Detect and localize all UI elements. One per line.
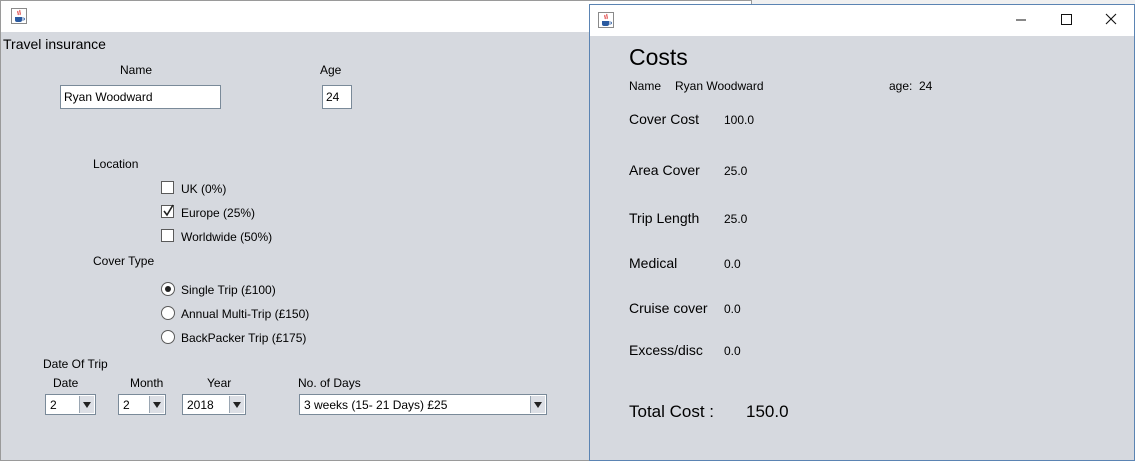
minimize-button[interactable] [998,5,1043,35]
page-title: Travel insurance [3,36,106,52]
maximize-icon [1061,14,1072,25]
month-select-value: 2 [123,398,130,412]
year-select-value: 2018 [187,398,214,412]
worldwide-checkbox-label[interactable]: Worldwide (50%) [181,230,272,244]
costs-name-label: Name [629,79,662,93]
area-cover-value: 25.0 [724,164,748,178]
age-label: Age [320,63,342,77]
trip-length-value: 25.0 [724,212,748,226]
europe-checkbox-label[interactable]: Europe (25%) [181,206,255,220]
maximize-button[interactable] [1043,5,1088,35]
month-select[interactable]: 2 [118,394,166,415]
name-field[interactable]: Ryan Woodward [60,85,221,109]
year-label: Year [207,376,232,390]
date-of-trip-label: Date Of Trip [43,357,108,371]
annual-trip-radio[interactable] [161,306,175,320]
date-select[interactable]: 2 [45,394,96,415]
cruise-cover-label: Cruise cover [629,300,708,316]
month-label: Month [130,376,164,390]
chevron-down-icon[interactable] [79,396,94,413]
single-trip-label[interactable]: Single Trip (£100) [181,283,276,297]
cover-cost-label: Cover Cost [629,111,700,127]
chevron-down-icon[interactable] [229,396,244,413]
cover-cost-value: 100.0 [724,113,755,127]
days-select-value: 3 weeks (15- 21 Days) £25 [304,398,448,412]
europe-checkbox[interactable] [161,204,174,218]
location-label: Location [93,157,139,171]
close-icon [1105,13,1117,25]
annual-trip-label[interactable]: Annual Multi-Trip (£150) [181,307,309,321]
costs-age-value: 24 [919,79,933,93]
cruise-cover-value: 0.0 [724,302,741,316]
java-cup-icon [598,12,614,28]
costs-age-label: age: [889,79,913,93]
chevron-down-icon[interactable] [530,396,545,413]
medical-label: Medical [629,255,678,271]
uk-checkbox-label[interactable]: UK (0%) [181,182,226,196]
name-label: Name [120,63,153,77]
uk-checkbox[interactable] [161,181,174,194]
medical-value: 0.0 [724,257,741,271]
total-cost-value: 150.0 [746,402,789,421]
costs-window: Costs Name Ryan Woodward age: 24 Cover C… [589,4,1135,461]
date-label: Date [53,376,79,390]
date-select-value: 2 [50,398,57,412]
days-label: No. of Days [298,376,361,390]
area-cover-label: Area Cover [629,162,700,178]
costs-name-value: Ryan Woodward [675,79,764,93]
year-select[interactable]: 2018 [182,394,246,415]
worldwide-checkbox[interactable] [161,229,174,242]
java-cup-icon [11,8,27,24]
checkmark-icon [163,204,174,217]
backpacker-trip-label[interactable]: BackPacker Trip (£175) [181,331,306,345]
excess-disc-label: Excess/disc [629,342,703,358]
age-field[interactable]: 24 [322,85,352,109]
backpacker-trip-radio[interactable] [161,330,175,344]
costs-title: Costs [629,44,688,70]
cover-type-label: Cover Type [93,254,155,268]
minimize-icon [1016,19,1026,21]
single-trip-radio[interactable] [161,282,175,296]
total-cost-label: Total Cost : [629,402,715,421]
excess-disc-value: 0.0 [724,344,741,358]
trip-length-label: Trip Length [629,210,700,226]
chevron-down-icon[interactable] [149,396,164,413]
close-button[interactable] [1088,5,1133,35]
right-window-titlebar[interactable] [590,5,1134,36]
days-select[interactable]: 3 weeks (15- 21 Days) £25 [299,394,547,415]
